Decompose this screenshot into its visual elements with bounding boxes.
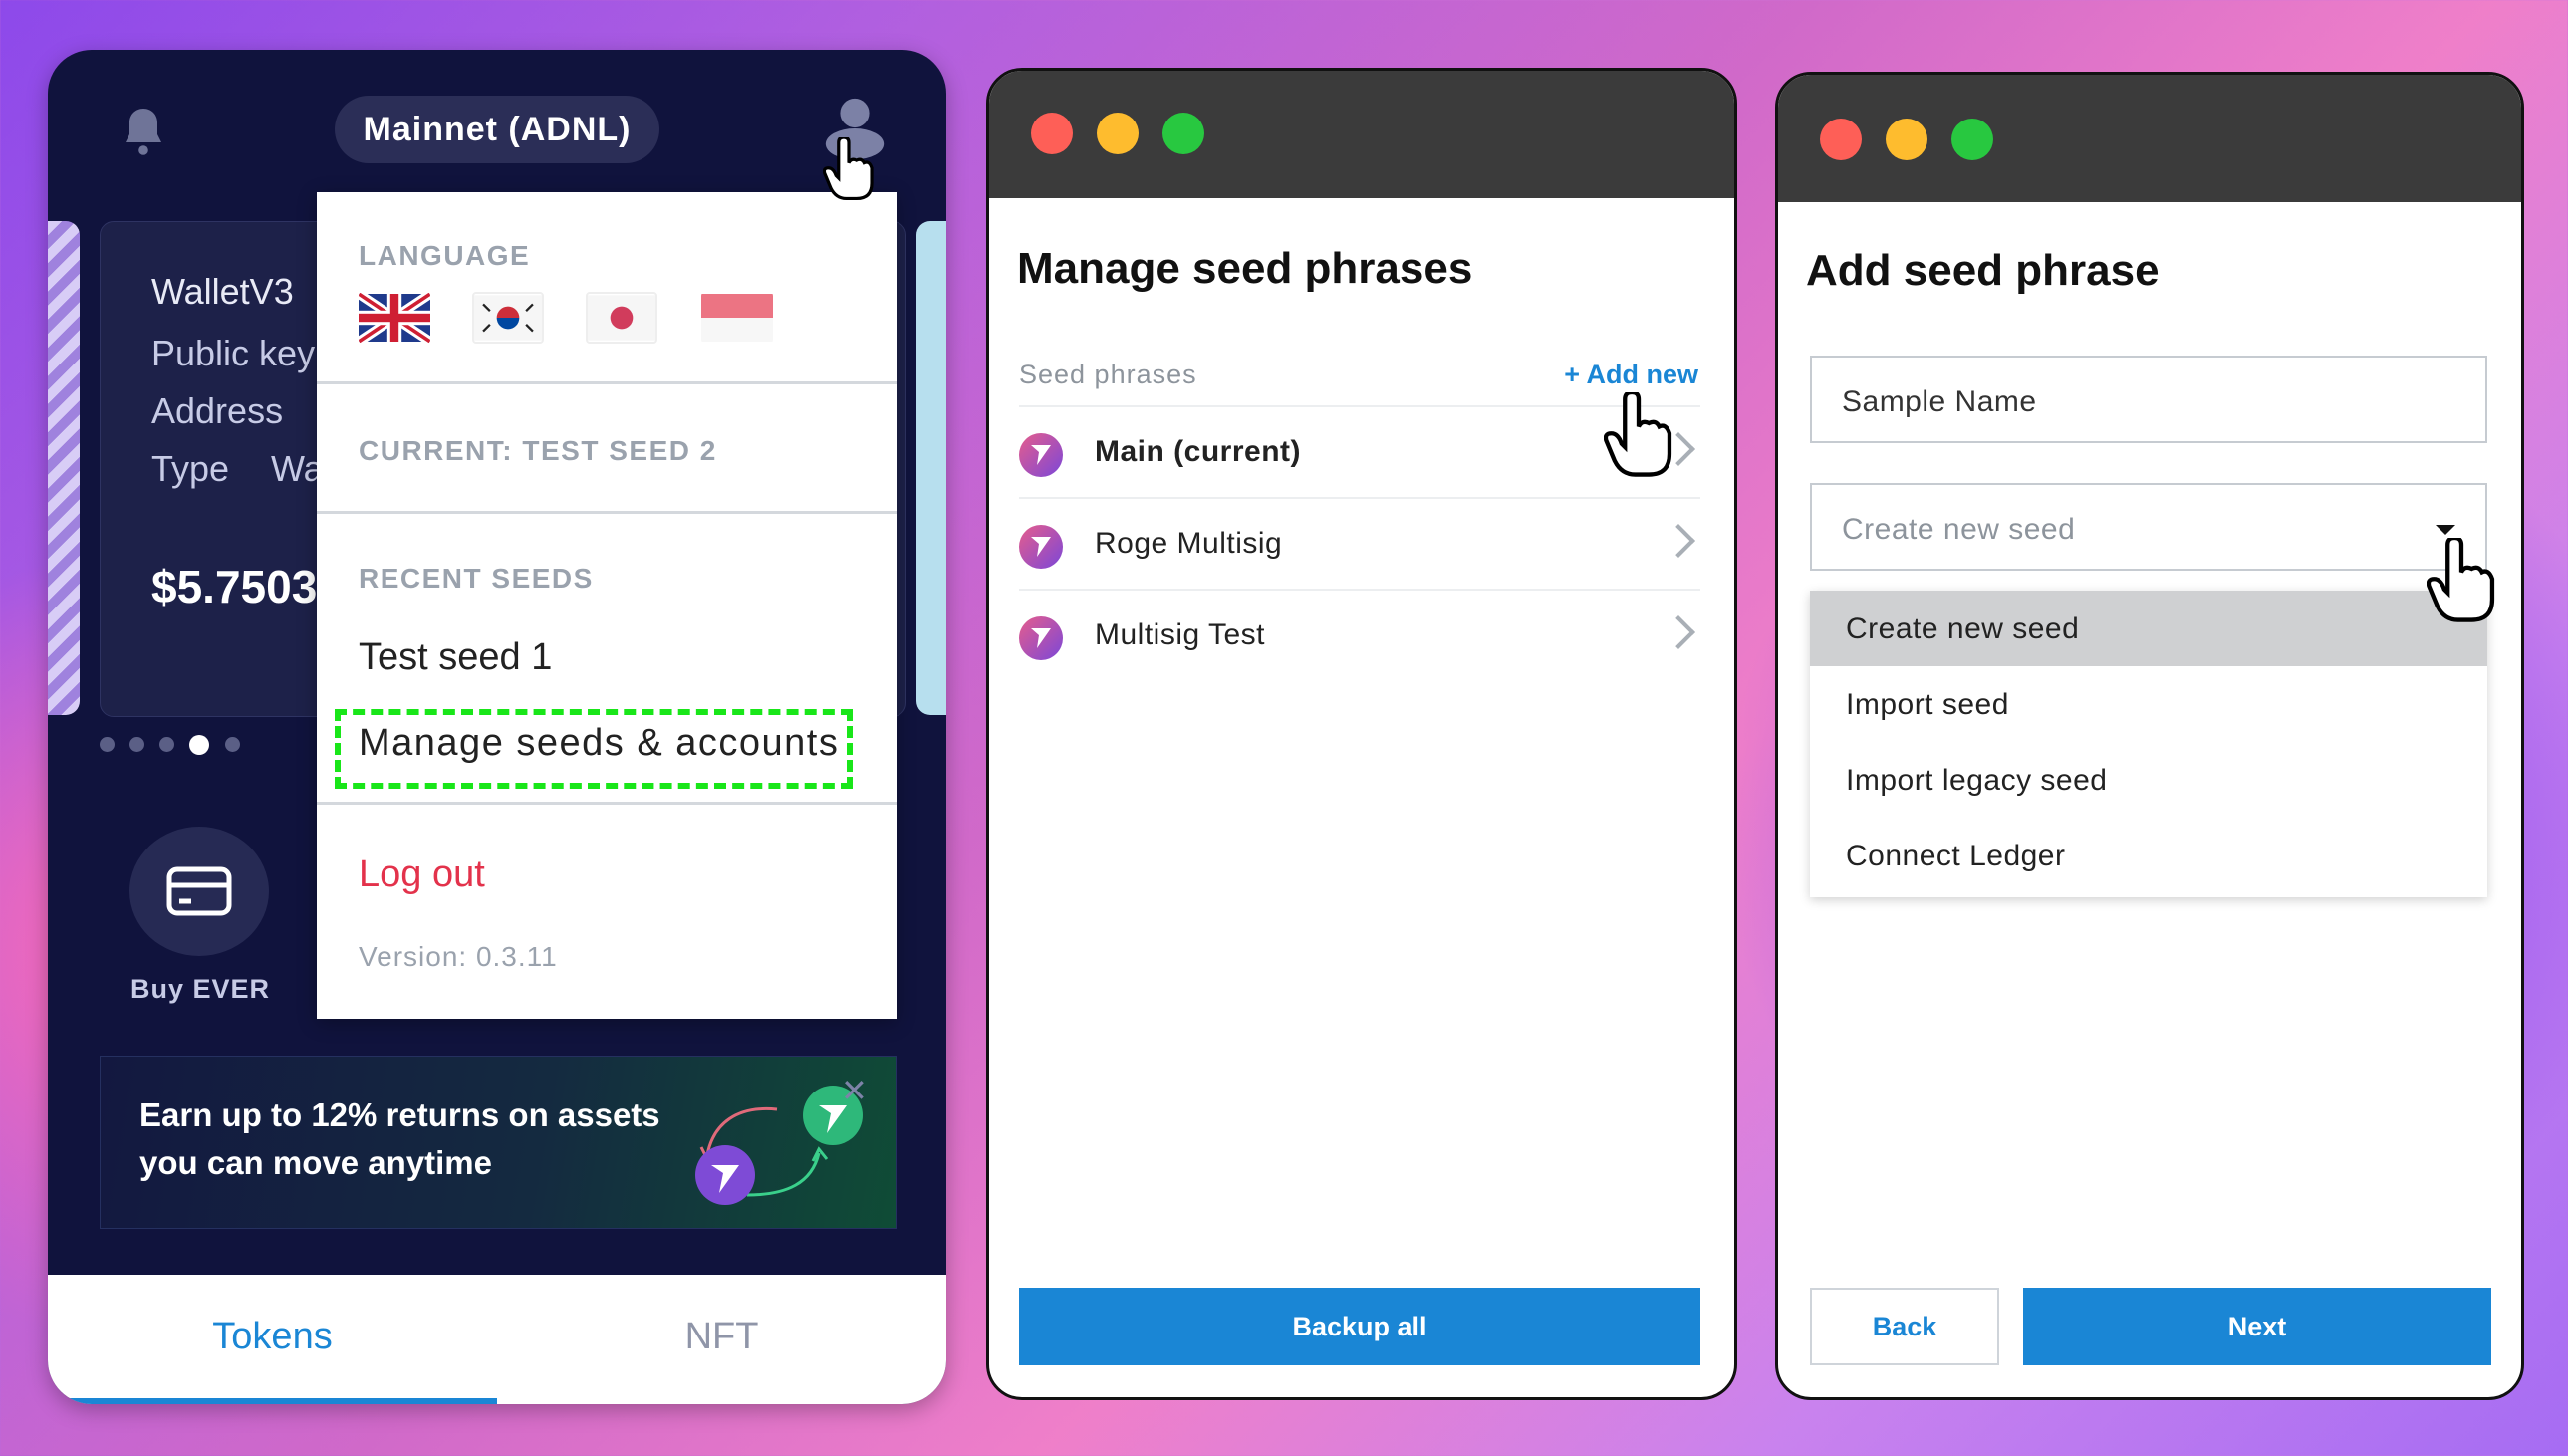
type-value: Wa xyxy=(271,448,324,489)
close-window-button[interactable] xyxy=(1820,119,1862,160)
exchange-arrows-icon xyxy=(695,1086,863,1205)
close-window-button[interactable] xyxy=(1031,113,1073,154)
option-connect-ledger[interactable]: Connect Ledger xyxy=(1810,818,2487,893)
page-title: Manage seed phrases xyxy=(1017,244,1473,293)
divider xyxy=(317,381,897,384)
wallet-name: WalletV3 xyxy=(151,271,294,312)
page-title: Add seed phrase xyxy=(1806,246,2160,295)
logout-button[interactable]: Log out xyxy=(359,853,485,896)
seed-icon xyxy=(1019,525,1063,569)
option-import-seed[interactable]: Import seed xyxy=(1810,666,2487,742)
zoom-window-button[interactable] xyxy=(1162,113,1204,154)
seed-icon xyxy=(1019,616,1063,660)
backup-all-button[interactable]: Backup all xyxy=(1019,1288,1700,1365)
credit-card-icon xyxy=(166,866,232,916)
title-bar xyxy=(1778,75,2521,202)
carousel-dot-active[interactable] xyxy=(189,735,209,755)
public-key-label: Public key xyxy=(151,333,316,373)
divider xyxy=(317,511,897,514)
option-create-new-seed[interactable]: Create new seed xyxy=(1810,591,2487,666)
next-button[interactable]: Next xyxy=(2023,1288,2491,1365)
chevron-down-icon xyxy=(2436,525,2455,535)
pointer-hand-icon xyxy=(2427,538,2495,622)
address-label: Address xyxy=(151,390,284,431)
network-selector[interactable]: Mainnet (ADNL) xyxy=(335,96,659,163)
close-banner-icon[interactable]: ✕ xyxy=(841,1072,868,1109)
minimize-window-button[interactable] xyxy=(1886,119,1927,160)
seed-type-dropdown: Create new seed Import seed Import legac… xyxy=(1810,591,2487,897)
carousel-dot[interactable] xyxy=(225,737,240,752)
buy-ever-button[interactable] xyxy=(129,827,269,956)
seed-row-roge-multisig[interactable]: Roge Multisig xyxy=(1019,497,1700,591)
english-flag-icon[interactable] xyxy=(359,292,430,344)
next-wallet-card[interactable] xyxy=(916,221,946,715)
promo-banner-text: Earn up to 12% returns on assets you can… xyxy=(139,1096,660,1181)
bell-icon[interactable] xyxy=(120,105,167,156)
recent-seeds-header: RECENT SEEDS xyxy=(359,563,594,594)
minimize-window-button[interactable] xyxy=(1097,113,1139,154)
wallet-balance: $5.7503 xyxy=(151,561,318,612)
highlight-box xyxy=(335,709,853,789)
chevron-right-icon xyxy=(1662,615,1695,649)
divider xyxy=(317,802,897,805)
carousel-dot[interactable] xyxy=(100,737,115,752)
indonesian-flag-icon[interactable] xyxy=(701,292,773,344)
asset-tabs: Tokens NFT xyxy=(48,1275,946,1404)
seed-icon xyxy=(1019,433,1063,477)
back-button[interactable]: Back xyxy=(1810,1288,1999,1365)
seed-phrases-label: Seed phrases xyxy=(1019,360,1197,389)
add-new-seed-link[interactable]: + Add new xyxy=(1564,360,1698,390)
recent-seed-item[interactable]: Test seed 1 xyxy=(359,636,552,679)
seed-name: Multisig Test xyxy=(1095,618,1266,651)
previous-wallet-card[interactable] xyxy=(48,221,80,715)
pointer-hand-icon xyxy=(823,137,874,201)
buy-ever-label: Buy EVER xyxy=(129,974,271,1004)
carousel-dot[interactable] xyxy=(129,737,144,752)
seed-name-value: Sample Name xyxy=(1842,385,2037,418)
type-label: Type xyxy=(151,448,230,489)
zoom-window-button[interactable] xyxy=(1951,119,1993,160)
tab-nft[interactable]: NFT xyxy=(497,1275,946,1404)
current-seed-label: CURRENT: TEST SEED 2 xyxy=(359,435,717,466)
language-header: LANGUAGE xyxy=(359,240,531,271)
add-seed-window: Add seed phrase Sample Name Create new s… xyxy=(1775,72,2524,1400)
account-menu: LANGUAGE CURRENT: TEST SEED 2 RECENT SEE… xyxy=(317,192,897,1019)
title-bar xyxy=(989,71,1734,198)
version-label: Version: 0.3.11 xyxy=(359,941,558,972)
seed-row-main[interactable]: Main (current) xyxy=(1019,405,1700,499)
manage-seeds-window: Manage seed phrases Seed phrases + Add n… xyxy=(986,68,1737,1400)
seed-type-value: Create new seed xyxy=(1842,513,2076,546)
option-import-legacy-seed[interactable]: Import legacy seed xyxy=(1810,742,2487,818)
seed-name: Main (current) xyxy=(1095,435,1302,468)
pointer-hand-icon xyxy=(1604,392,1672,477)
seed-row-multisig-test[interactable]: Multisig Test xyxy=(1019,589,1700,682)
seed-type-select[interactable]: Create new seed xyxy=(1810,483,2487,571)
chevron-right-icon xyxy=(1662,524,1695,558)
japanese-flag-icon[interactable] xyxy=(586,292,657,344)
korean-flag-icon[interactable] xyxy=(472,292,544,344)
seed-name-input[interactable]: Sample Name xyxy=(1810,356,2487,443)
carousel-dot[interactable] xyxy=(159,737,174,752)
seed-name: Roge Multisig xyxy=(1095,527,1283,560)
tab-tokens[interactable]: Tokens xyxy=(48,1275,497,1404)
